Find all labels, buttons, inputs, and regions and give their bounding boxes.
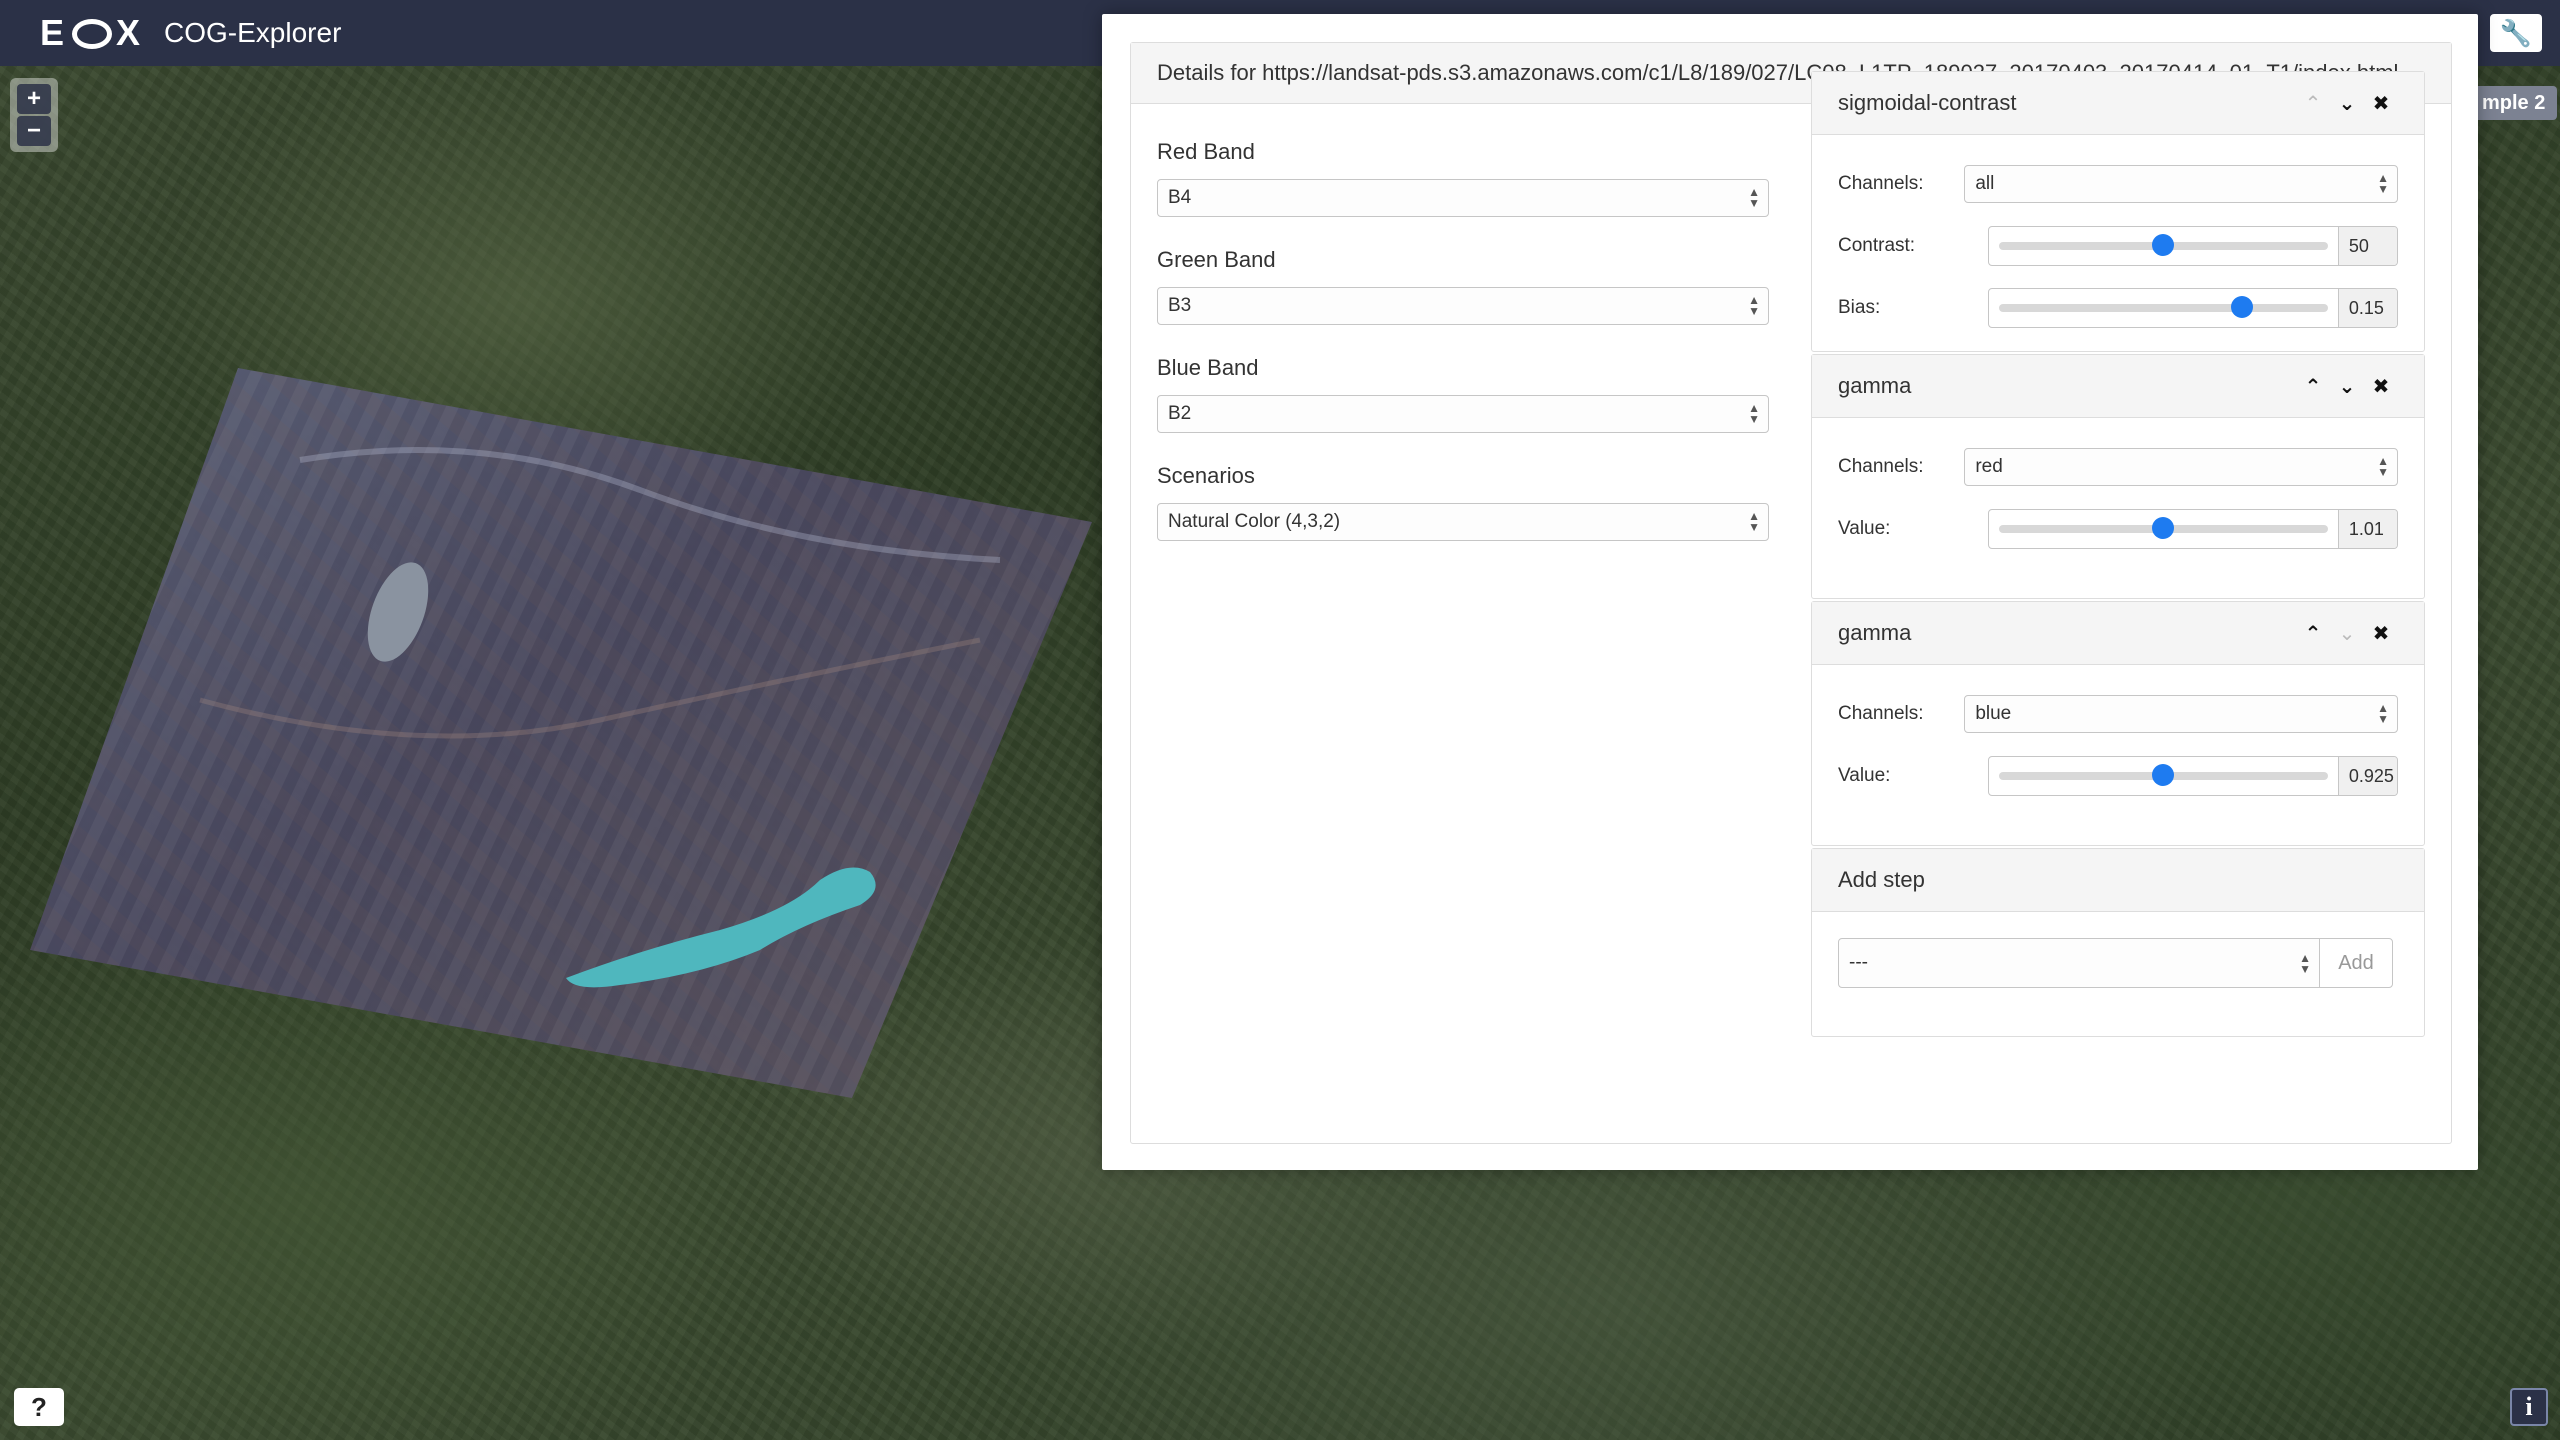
remove-step-icon[interactable]: ✖	[2364, 91, 2398, 116]
step-title: gamma	[1838, 373, 1912, 398]
channels-label: Channels:	[1838, 456, 1924, 477]
contrast-slider[interactable]	[1999, 234, 2328, 256]
add-step-panel: Add step --- ▲ ▼ Add	[1811, 848, 2425, 1037]
example-label[interactable]: mple 2	[2470, 86, 2558, 120]
slider-thumb[interactable]	[2152, 234, 2175, 256]
scenarios-select[interactable]: Natural Color (4,3,2) ▲ ▼	[1157, 503, 1769, 541]
red-band-select[interactable]: B4 ▲ ▼	[1157, 179, 1769, 217]
value-label: Value:	[1838, 765, 1891, 786]
move-down-icon[interactable]: ⌄	[2330, 374, 2364, 399]
step-type-select[interactable]: --- ▲ ▼	[1838, 938, 2320, 988]
slider-thumb[interactable]	[2152, 517, 2175, 539]
move-down-icon[interactable]: ⌄	[2330, 91, 2364, 116]
info-button[interactable]: i	[2510, 1388, 2548, 1426]
red-band-label: Red Band	[1157, 139, 1255, 164]
move-up-icon[interactable]: ⌃	[2296, 91, 2330, 116]
bias-slider[interactable]	[1999, 296, 2328, 318]
wrench-icon[interactable]: 🔧	[2490, 14, 2542, 52]
green-band-label: Green Band	[1157, 247, 1276, 272]
gamma-value-input[interactable]: 0.925	[2337, 757, 2397, 795]
move-down-icon[interactable]: ⌄	[2330, 621, 2364, 646]
bias-label: Bias:	[1838, 297, 1881, 318]
remove-step-icon[interactable]: ✖	[2364, 621, 2398, 646]
select-arrows-icon: ▲ ▼	[2377, 171, 2389, 196]
move-up-icon[interactable]: ⌃	[2296, 374, 2330, 399]
channels-select[interactable]: red ▲ ▼	[1964, 448, 2398, 486]
band-settings: Red Band B4 ▲ ▼ Green Band B3 ▲ ▼ Blue Ban…	[1157, 139, 1769, 571]
channels-select[interactable]: blue ▲ ▼	[1964, 695, 2398, 733]
blue-band-select[interactable]: B2 ▲ ▼	[1157, 395, 1769, 433]
add-step-button[interactable]: Add	[2319, 938, 2393, 988]
bias-value-input[interactable]: 0.15	[2337, 289, 2397, 327]
add-step-title: Add step	[1838, 867, 1925, 892]
eye-logo-icon	[72, 19, 113, 49]
move-up-icon[interactable]: ⌃	[2296, 621, 2330, 646]
step-title: sigmoidal-contrast	[1838, 90, 2017, 115]
details-modal: Details for https://landsat-pds.s3.amazo…	[1102, 14, 2478, 1170]
select-arrows-icon: ▲ ▼	[1748, 293, 1760, 318]
contrast-label: Contrast:	[1838, 235, 1916, 256]
slider-thumb[interactable]	[2152, 764, 2175, 786]
step-title: gamma	[1838, 620, 1912, 645]
eox-logo[interactable]: EX	[40, 12, 144, 54]
app-title: COG-Explorer	[164, 17, 342, 48]
select-arrows-icon: ▲ ▼	[1748, 401, 1760, 426]
channels-label: Channels:	[1838, 173, 1924, 194]
select-arrows-icon: ▲ ▼	[1748, 185, 1760, 210]
select-arrows-icon: ▲ ▼	[1748, 509, 1760, 534]
step-sigmoidal-contrast: sigmoidal-contrast ⌃ ⌄ ✖ Channels: all ▲…	[1811, 71, 2425, 352]
zoom-in-button[interactable]: +	[17, 84, 51, 114]
scenarios-label: Scenarios	[1157, 463, 1255, 488]
blue-band-label: Blue Band	[1157, 355, 1259, 380]
channels-select[interactable]: all ▲ ▼	[1964, 165, 2398, 203]
slider-thumb[interactable]	[2231, 296, 2254, 318]
select-arrows-icon: ▲ ▼	[2377, 454, 2389, 479]
green-band-select[interactable]: B3 ▲ ▼	[1157, 287, 1769, 325]
value-label: Value:	[1838, 518, 1891, 539]
remove-step-icon[interactable]: ✖	[2364, 374, 2398, 399]
gamma-slider[interactable]	[1999, 764, 2328, 786]
help-button[interactable]: ?	[14, 1388, 64, 1426]
channels-label: Channels:	[1838, 703, 1924, 724]
step-gamma-blue: gamma ⌃ ⌄ ✖ Channels: blue ▲ ▼ Value: 0.…	[1811, 601, 2425, 846]
zoom-out-button[interactable]: −	[17, 116, 51, 146]
zoom-controls: + −	[10, 78, 58, 152]
details-panel: Details for https://landsat-pds.s3.amazo…	[1130, 42, 2452, 1144]
gamma-value-input[interactable]: 1.01	[2337, 510, 2397, 548]
select-arrows-icon: ▲ ▼	[2299, 951, 2311, 976]
select-arrows-icon: ▲ ▼	[2377, 701, 2389, 726]
contrast-value-input[interactable]: 50	[2337, 227, 2397, 265]
gamma-slider[interactable]	[1999, 517, 2328, 539]
step-gamma-red: gamma ⌃ ⌄ ✖ Channels: red ▲ ▼ Value: 1.0…	[1811, 354, 2425, 599]
pipeline-steps: sigmoidal-contrast ⌃ ⌄ ✖ Channels: all ▲…	[1811, 71, 2425, 1039]
